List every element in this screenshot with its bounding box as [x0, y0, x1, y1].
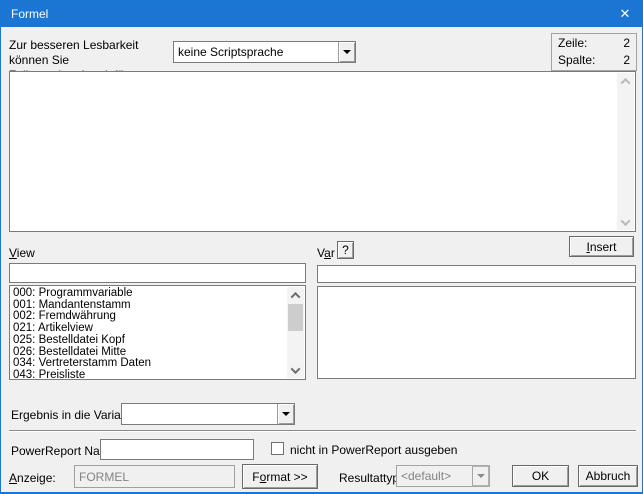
view-label: View [9, 246, 35, 260]
powerreport-checkbox[interactable] [271, 442, 284, 455]
view-list-item[interactable]: 000: Programmvariable [13, 287, 305, 300]
cancel-button[interactable]: Abbruch [578, 465, 638, 487]
format-button[interactable]: Format >> [242, 464, 318, 489]
result-variable-value [126, 404, 274, 424]
var-label: Var [317, 246, 335, 260]
window-title: Formel [11, 7, 49, 21]
view-list-scrollbar[interactable] [287, 287, 304, 378]
separator-line [9, 430, 636, 432]
chevron-down-icon [343, 50, 351, 58]
editor-scrollbar[interactable] [617, 73, 634, 230]
scroll-down-button[interactable] [617, 214, 634, 230]
cursor-position-box: Zeile: 2 Spalte: 2 [551, 33, 637, 71]
chevron-up-icon [290, 291, 301, 302]
var-filter-input[interactable] [317, 265, 636, 283]
anzeige-label: Anzeige: [9, 471, 56, 485]
chevron-down-icon [290, 363, 301, 374]
question-mark-icon: ? [342, 243, 349, 257]
close-icon: ✕ [619, 6, 631, 21]
spalte-label: Spalte: [558, 53, 596, 67]
ok-button[interactable]: OK [512, 465, 569, 487]
chevron-down-icon [476, 474, 485, 482]
var-listbox[interactable] [317, 286, 636, 379]
formel-dialog: Formel ✕ Zur besseren Lesbarkeit können … [0, 0, 643, 494]
script-language-combobox[interactable]: keine Scriptsprache [173, 41, 356, 63]
view-list-item[interactable]: 043: Preisliste [13, 369, 305, 379]
title-bar: Formel [1, 1, 642, 27]
view-listbox[interactable]: 000: Programmvariable 001: Mandantenstamm… [9, 285, 306, 380]
scrollbar-thumb[interactable] [288, 304, 303, 331]
insert-button[interactable]: Insert [569, 236, 634, 257]
close-button[interactable]: ✕ [608, 1, 642, 27]
zeile-value: 2 [623, 36, 630, 50]
resultattyp-label: Resultattyp [339, 471, 400, 485]
chevron-down-icon [620, 215, 631, 226]
scroll-up-button[interactable] [617, 73, 634, 89]
formula-editor[interactable] [9, 71, 636, 232]
spalte-value: 2 [623, 53, 630, 67]
zeile-label: Zeile: [558, 36, 588, 50]
resultattyp-value: <default> [401, 469, 452, 483]
anzeige-display-field: FORMEL [74, 465, 235, 488]
view-filter-input[interactable] [9, 263, 306, 283]
var-help-button[interactable]: ? [337, 241, 354, 259]
scroll-up-button[interactable] [287, 287, 304, 303]
script-language-value: keine Scriptsprache [178, 45, 284, 59]
powerreport-name-input[interactable] [100, 439, 254, 460]
result-variable-dropdown-button[interactable] [277, 404, 294, 424]
view-list-item[interactable]: 025: Bestelldatei Kopf [13, 334, 305, 347]
powerreport-checkbox-label: nicht in PowerReport ausgeben [290, 443, 458, 457]
script-language-dropdown-button[interactable] [338, 42, 355, 62]
scroll-down-button[interactable] [287, 362, 304, 378]
resultattyp-dropdown-button [472, 466, 489, 486]
chevron-up-icon [620, 77, 631, 88]
chevron-down-icon [282, 412, 290, 420]
resultattyp-combobox: <default> [396, 465, 490, 487]
result-variable-combobox[interactable] [121, 403, 295, 425]
